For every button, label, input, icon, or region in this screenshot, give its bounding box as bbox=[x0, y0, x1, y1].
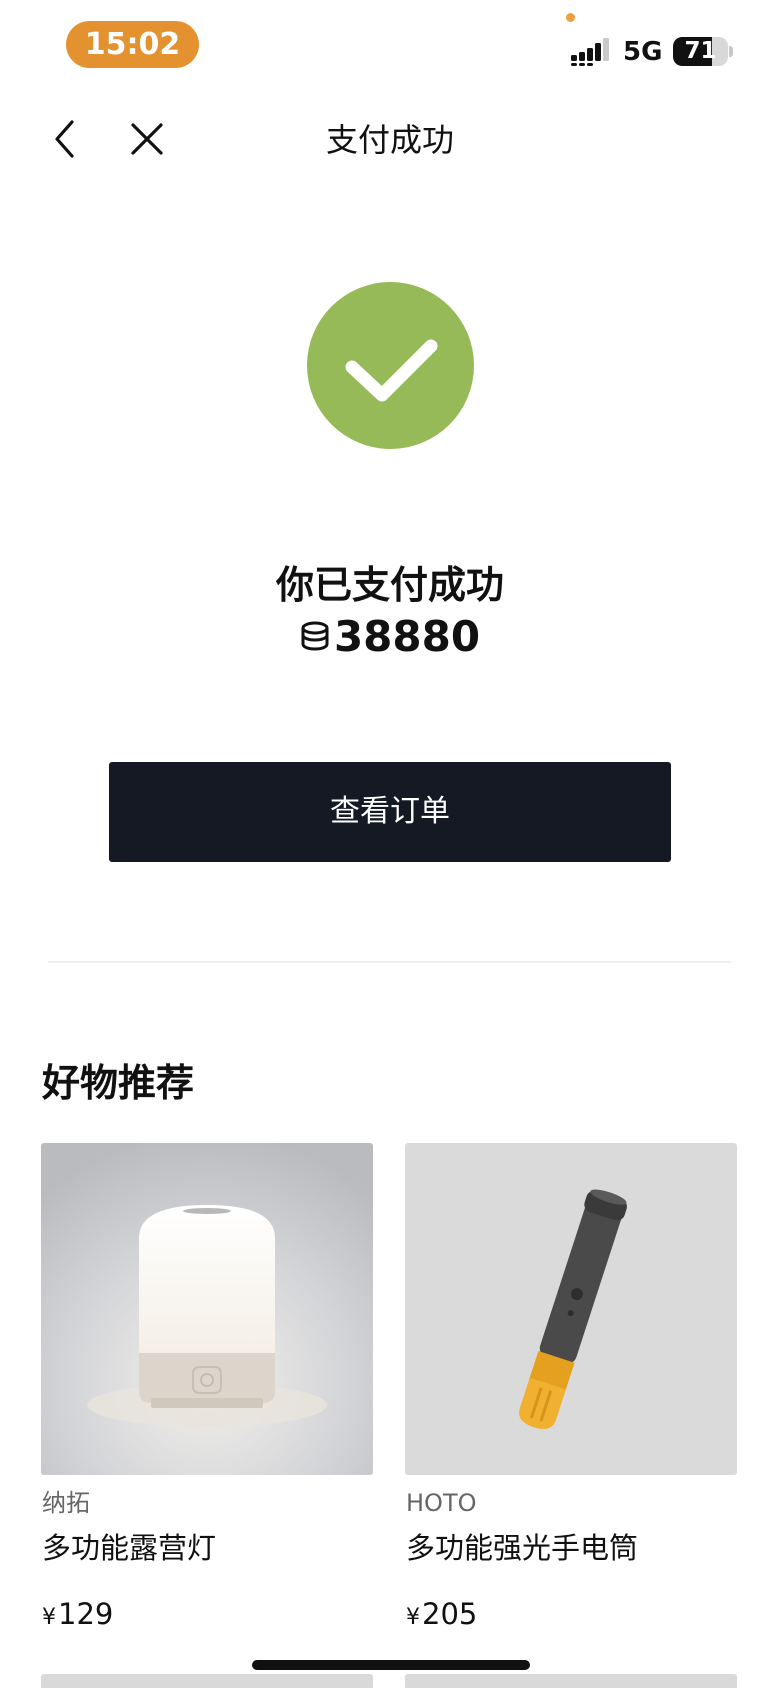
price-value: 129 bbox=[58, 1597, 114, 1631]
view-order-button[interactable]: 查看订单 bbox=[109, 762, 671, 862]
payment-success-message: 你已支付成功 bbox=[275, 563, 504, 607]
battery-tip bbox=[729, 46, 733, 57]
next-product-card-top bbox=[41, 1674, 373, 1688]
product-card[interactable]: 纳拓 多功能露营灯 ¥129 bbox=[41, 1143, 373, 1631]
home-indicator[interactable] bbox=[252, 1660, 530, 1670]
product-price: ¥205 bbox=[406, 1595, 477, 1637]
flashlight-image bbox=[405, 1143, 737, 1475]
amount-value: 38880 bbox=[333, 612, 481, 661]
product-brand: 纳拓 bbox=[42, 1489, 90, 1517]
page-title: 支付成功 bbox=[325, 121, 454, 159]
divider bbox=[48, 961, 731, 963]
privacy-indicator-dot bbox=[566, 13, 575, 22]
success-check-icon bbox=[307, 282, 474, 449]
currency-symbol: ¥ bbox=[42, 1605, 56, 1630]
product-card[interactable]: HOTO 多功能强光手电筒 ¥205 bbox=[405, 1143, 737, 1631]
price-value: 205 bbox=[422, 1597, 478, 1631]
battery-icon: 71 bbox=[673, 37, 728, 66]
signal-icon bbox=[571, 38, 609, 66]
status-time: 15:02 bbox=[66, 21, 199, 68]
currency-symbol: ¥ bbox=[406, 1605, 420, 1630]
next-product-card-top bbox=[405, 1674, 737, 1688]
coin-stack-icon bbox=[301, 621, 329, 651]
network-type: 5G bbox=[623, 37, 663, 67]
product-name: 多功能露营灯 bbox=[42, 1531, 217, 1565]
status-bar: 15:02 5G 71 bbox=[0, 0, 780, 96]
product-name: 多功能强光手电筒 bbox=[406, 1531, 639, 1565]
battery-level: 71 bbox=[684, 38, 717, 64]
product-price: ¥129 bbox=[42, 1595, 113, 1637]
nav-bar: 支付成功 bbox=[0, 100, 780, 180]
product-brand: HOTO bbox=[406, 1489, 477, 1517]
camping-lamp-image bbox=[41, 1143, 373, 1475]
recommend-title: 好物推荐 bbox=[42, 1061, 195, 1105]
payment-amount: 38880 bbox=[0, 610, 780, 664]
